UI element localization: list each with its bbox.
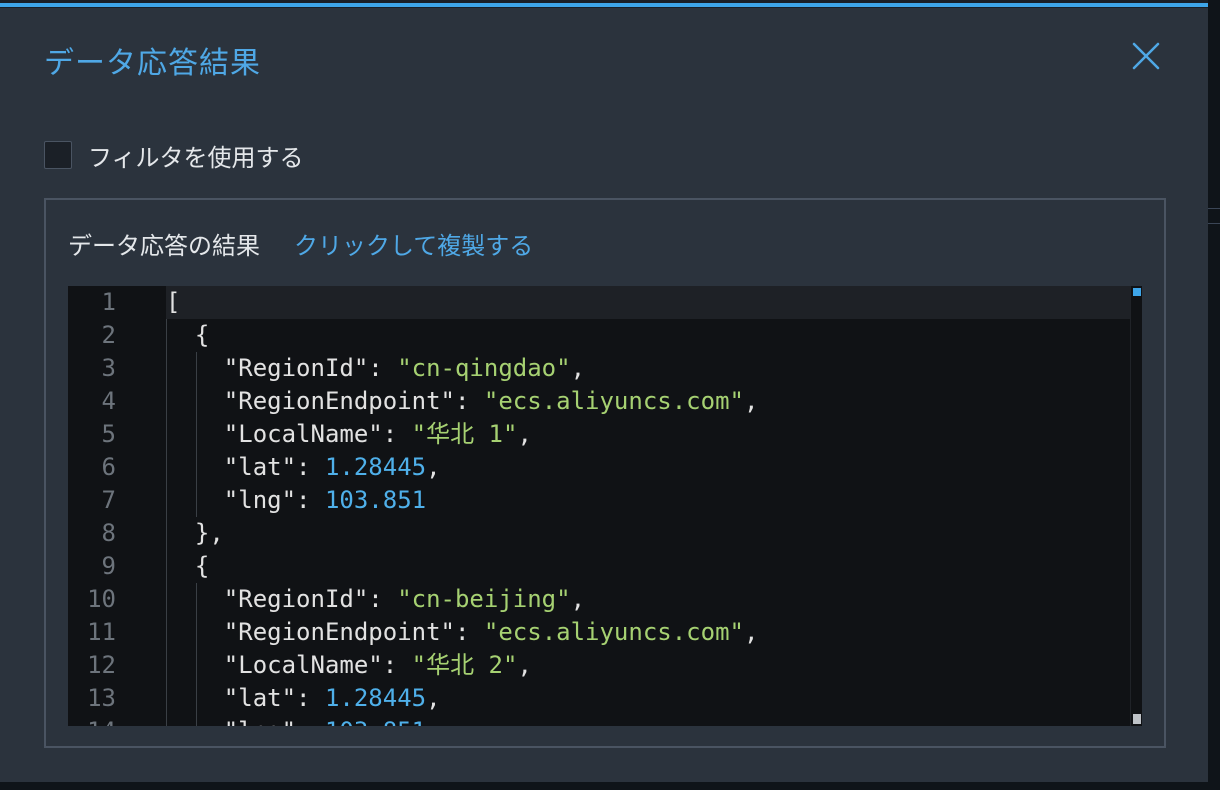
code-line: [ xyxy=(166,286,1136,319)
line-number-gutter: 1234567891011121314 xyxy=(68,286,158,726)
code-token: , xyxy=(426,684,441,712)
code-line: { xyxy=(166,550,1136,583)
top-bar xyxy=(0,0,1220,8)
indent-guide xyxy=(196,352,197,517)
scroll-thumb[interactable] xyxy=(1133,714,1141,724)
code-token: "lat": xyxy=(166,684,325,712)
code-line: "LocalName": "华北 2", xyxy=(166,649,1136,682)
string-token: "cn-beijing" xyxy=(397,585,571,613)
line-number: 8 xyxy=(101,519,116,547)
code-token: "RegionEndpoint": xyxy=(166,387,484,415)
line-number: 10 xyxy=(87,585,116,613)
code-line: "lat": 1.28445, xyxy=(166,451,1136,484)
string-token: "华北 1" xyxy=(411,420,518,448)
line-number: 1 xyxy=(101,288,116,316)
copy-link[interactable]: クリックして複製する xyxy=(294,226,533,261)
string-token: "ecs.aliyuncs.com" xyxy=(483,387,744,415)
code-token: , xyxy=(743,618,759,646)
line-number: 7 xyxy=(101,486,116,514)
code-content[interactable]: [ { "RegionId": "cn-qingdao", "RegionEnd… xyxy=(166,286,1136,726)
code-token: [ xyxy=(166,288,181,316)
line-number: 11 xyxy=(87,618,116,646)
dialog-title: データ応答結果 xyxy=(44,46,261,81)
close-icon xyxy=(1132,42,1160,70)
code-line: "lng": 103.851 xyxy=(166,484,1136,517)
vertical-scrollbar[interactable] xyxy=(1130,286,1142,726)
code-line: "RegionId": "cn-qingdao", xyxy=(166,352,1136,385)
result-panel: データ応答の結果 クリックして複製する 1234567891011121314 … xyxy=(44,198,1166,748)
code-line: "lat": 1.28445, xyxy=(166,682,1136,715)
number-token: 1.28445 xyxy=(324,453,427,481)
code-token: , xyxy=(517,420,532,448)
code-token: , xyxy=(743,387,759,415)
code-line: "RegionId": "cn-beijing", xyxy=(166,583,1136,616)
line-number: 3 xyxy=(101,354,116,382)
string-token: "cn-qingdao" xyxy=(397,354,571,382)
code-token: , xyxy=(517,651,532,679)
code-token: }, xyxy=(166,519,224,547)
code-token: "RegionEndpoint": xyxy=(166,618,484,646)
code-token: , xyxy=(426,717,440,726)
code-line: { xyxy=(166,319,1136,352)
code-line: "lng": 103.851, xyxy=(166,715,1136,726)
close-button[interactable] xyxy=(1128,38,1164,74)
code-line: "RegionEndpoint": "ecs.aliyuncs.com", xyxy=(166,385,1136,418)
right-edge-mark xyxy=(1208,208,1220,224)
code-line: }, xyxy=(166,517,1136,550)
result-panel-title: データ応答の結果 xyxy=(68,232,260,260)
line-number: 2 xyxy=(101,321,116,349)
data-response-dialog: データ応答結果 フィルタを使用する データ応答の結果 クリックして複製する 12… xyxy=(0,8,1208,782)
line-number: 12 xyxy=(87,651,116,679)
code-editor[interactable]: 1234567891011121314 [ { "RegionId": "cn-… xyxy=(68,286,1142,726)
code-token: "lng": xyxy=(166,717,325,726)
number-token: 1.28445 xyxy=(324,684,427,712)
line-number: 5 xyxy=(101,420,116,448)
string-token: "华北 2" xyxy=(411,651,518,679)
code-token: { xyxy=(166,321,210,349)
indent-guide xyxy=(196,583,197,726)
filter-checkbox[interactable] xyxy=(44,141,72,169)
code-token: "lng": xyxy=(166,486,325,514)
line-number: 9 xyxy=(101,552,116,580)
code-token: , xyxy=(426,453,441,481)
filter-label: フィルタを使用する xyxy=(88,143,304,172)
filter-toggle[interactable]: フィルタを使用する xyxy=(44,138,304,172)
code-token: "LocalName": xyxy=(166,420,412,448)
number-token: 103.851 xyxy=(324,486,427,514)
code-token: "LocalName": xyxy=(166,651,412,679)
code-token: "lat": xyxy=(166,453,325,481)
code-token: "RegionId": xyxy=(166,585,398,613)
scroll-marker xyxy=(1133,288,1141,296)
line-number: 13 xyxy=(87,684,116,712)
result-panel-header: データ応答の結果 クリックして複製する xyxy=(68,226,533,261)
number-token: 103.851 xyxy=(325,717,426,726)
top-accent-bar xyxy=(0,3,1208,7)
code-token: { xyxy=(166,552,210,580)
code-token: , xyxy=(570,585,586,613)
code-line: "RegionEndpoint": "ecs.aliyuncs.com", xyxy=(166,616,1136,649)
code-token: "RegionId": xyxy=(166,354,398,382)
indent-guide xyxy=(166,319,167,726)
line-number: 4 xyxy=(101,387,116,415)
line-number: 14 xyxy=(68,715,158,726)
code-line: "LocalName": "华北 1", xyxy=(166,418,1136,451)
string-token: "ecs.aliyuncs.com" xyxy=(483,618,744,646)
bottom-edge-strip xyxy=(0,782,1220,790)
right-edge-strip xyxy=(1208,0,1220,790)
line-number: 6 xyxy=(101,453,116,481)
code-token: , xyxy=(570,354,586,382)
